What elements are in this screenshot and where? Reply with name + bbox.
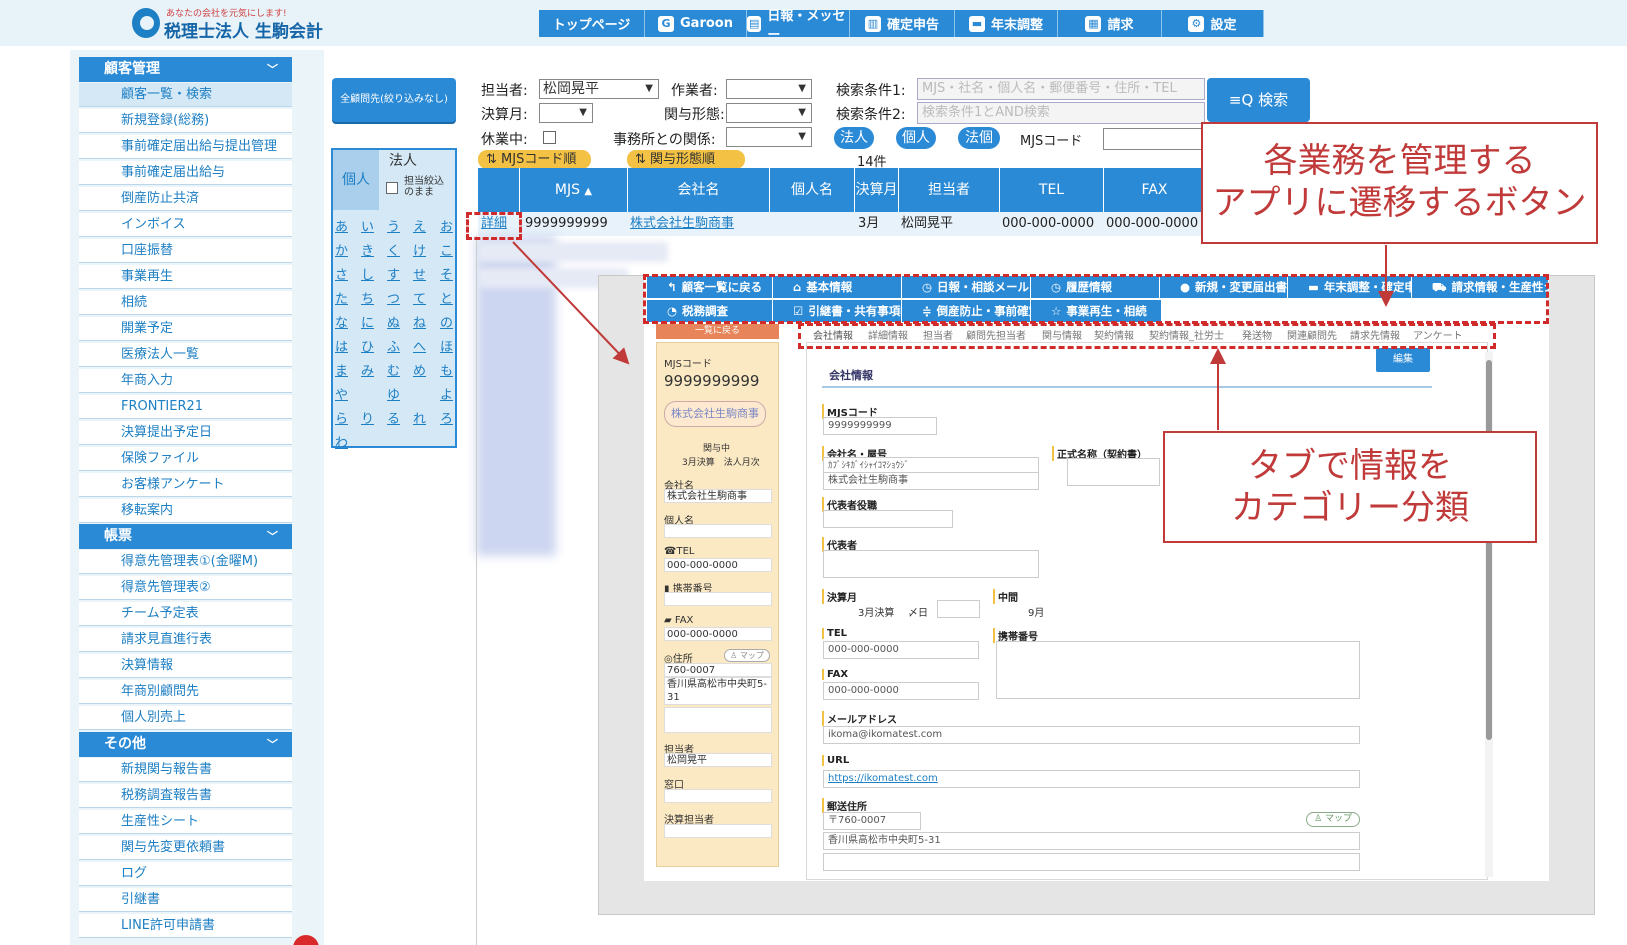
arrow-to-detail: [512, 241, 630, 365]
callout-line: アプリに遷移するボタン: [1212, 183, 1587, 223]
callout-line: タブで情報を: [1248, 446, 1452, 486]
callout-line: 各業務を管理する: [1263, 141, 1536, 181]
callout-buttons: 各業務を管理する アプリに遷移するボタン: [1201, 122, 1598, 244]
callout-line: カテゴリー分類: [1231, 488, 1469, 528]
callout-tabs: タブで情報を カテゴリー分類: [1163, 431, 1537, 543]
